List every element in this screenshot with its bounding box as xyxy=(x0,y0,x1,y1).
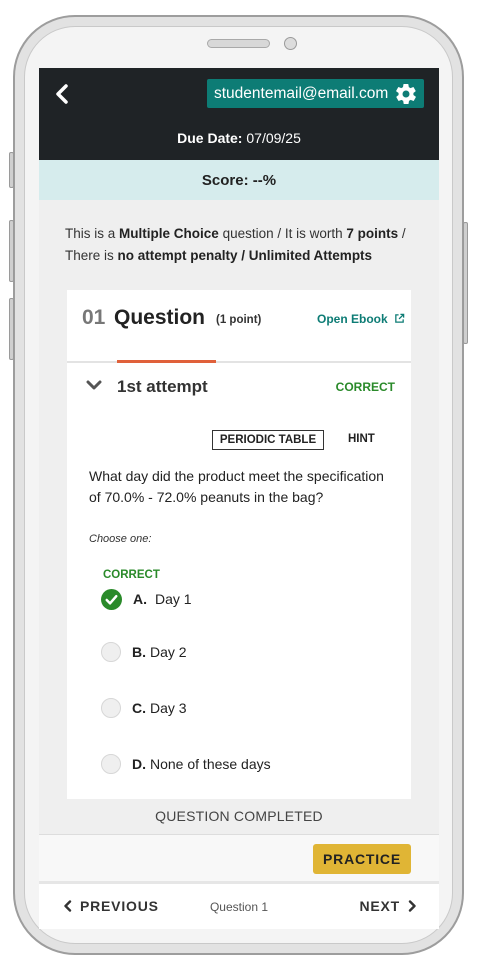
question-title: Question xyxy=(114,306,206,329)
question-completed-text: QUESTION COMPLETED xyxy=(155,808,323,824)
user-account-chip[interactable]: studentemail@email.com xyxy=(207,79,424,108)
phone-speaker xyxy=(207,39,270,48)
radio-button[interactable] xyxy=(101,642,121,662)
back-button[interactable] xyxy=(51,82,73,106)
external-link-icon xyxy=(395,313,405,323)
radio-button[interactable] xyxy=(101,698,121,718)
app-screen: studentemail@email.com Due Date: 07/09/2… xyxy=(39,68,439,889)
info-mid: question / It is worth xyxy=(222,226,343,241)
choice-letter: D. xyxy=(132,756,146,772)
question-header: 01 Question (1 point) Open Ebook xyxy=(67,290,411,361)
next-button[interactable]: NEXT xyxy=(359,898,417,914)
check-circle-icon[interactable] xyxy=(101,588,122,610)
phone-camera xyxy=(284,37,297,50)
info-question-type: Multiple Choice xyxy=(119,226,219,241)
choose-one-label: Choose one: xyxy=(89,533,152,545)
due-date-label: Due Date: xyxy=(177,130,243,146)
phone-power-button xyxy=(463,222,468,344)
phone-volume-down-button xyxy=(9,298,14,360)
radio-button[interactable] xyxy=(101,754,121,774)
periodic-table-button[interactable]: PERIODIC TABLE xyxy=(212,430,324,450)
question-completed-status: QUESTION COMPLETED xyxy=(39,799,439,833)
chevron-down-icon[interactable] xyxy=(86,379,102,391)
choice-text: Day 2 xyxy=(150,644,187,660)
open-ebook-link[interactable]: Open Ebook xyxy=(317,312,405,326)
choice-d[interactable]: D. None of these days xyxy=(101,752,391,776)
practice-label: PRACTICE xyxy=(323,851,401,867)
app-header: studentemail@email.com Due Date: 07/09/2… xyxy=(39,68,439,160)
question-number: 01 xyxy=(82,306,106,329)
question-text: What day did the product meet the specif… xyxy=(89,468,384,505)
choice-correct-label: CORRECT xyxy=(103,569,160,581)
info-prefix: This is a xyxy=(65,226,116,241)
next-label: NEXT xyxy=(359,898,400,914)
phone-side-button xyxy=(9,152,14,188)
choice-letter: A. xyxy=(133,591,147,607)
choice-c[interactable]: C. Day 3 xyxy=(101,696,391,720)
choice-b[interactable]: B. Day 2 xyxy=(101,640,391,664)
question-points: (1 point) xyxy=(216,314,262,326)
phone-volume-up-button xyxy=(9,220,14,282)
due-date-value: 07/09/25 xyxy=(246,130,301,146)
choice-a[interactable]: A. Day 1 xyxy=(101,587,391,611)
choice-text: Day 1 xyxy=(155,591,192,607)
attempt-row[interactable]: 1st attempt CORRECT xyxy=(67,375,411,399)
practice-button[interactable]: PRACTICE xyxy=(313,844,411,874)
active-tab-indicator xyxy=(117,360,216,363)
info-points: 7 points xyxy=(346,226,399,241)
score-text: Score: --% xyxy=(201,171,277,189)
due-date: Due Date: 07/09/25 xyxy=(39,130,439,146)
attempt-label[interactable]: 1st attempt xyxy=(117,377,208,397)
gear-icon[interactable] xyxy=(394,82,418,106)
chevron-right-icon xyxy=(408,900,416,912)
periodic-table-label: PERIODIC TABLE xyxy=(219,434,317,446)
open-ebook-label: Open Ebook xyxy=(317,312,388,326)
hint-button[interactable]: HINT xyxy=(348,433,375,445)
user-email: studentemail@email.com xyxy=(214,84,389,102)
info-line2-prefix: There is xyxy=(65,248,114,263)
footer-nav: PREVIOUS Question 1 NEXT xyxy=(39,881,439,929)
attempt-status-badge: CORRECT xyxy=(335,380,395,394)
question-info: This is a Multiple Choice question / It … xyxy=(65,223,425,267)
info-penalty: no attempt penalty / Unlimited Attempts xyxy=(117,248,373,263)
question-card: 01 Question (1 point) Open Ebook 1st att… xyxy=(67,290,411,799)
choice-text: None of these days xyxy=(150,756,271,772)
info-separator: / xyxy=(401,226,406,241)
chevron-left-icon xyxy=(56,84,68,104)
choice-letter: B. xyxy=(132,644,146,660)
score-bar: Score: --% xyxy=(39,160,439,200)
choice-letter: C. xyxy=(132,700,146,716)
choice-text: Day 3 xyxy=(150,700,187,716)
